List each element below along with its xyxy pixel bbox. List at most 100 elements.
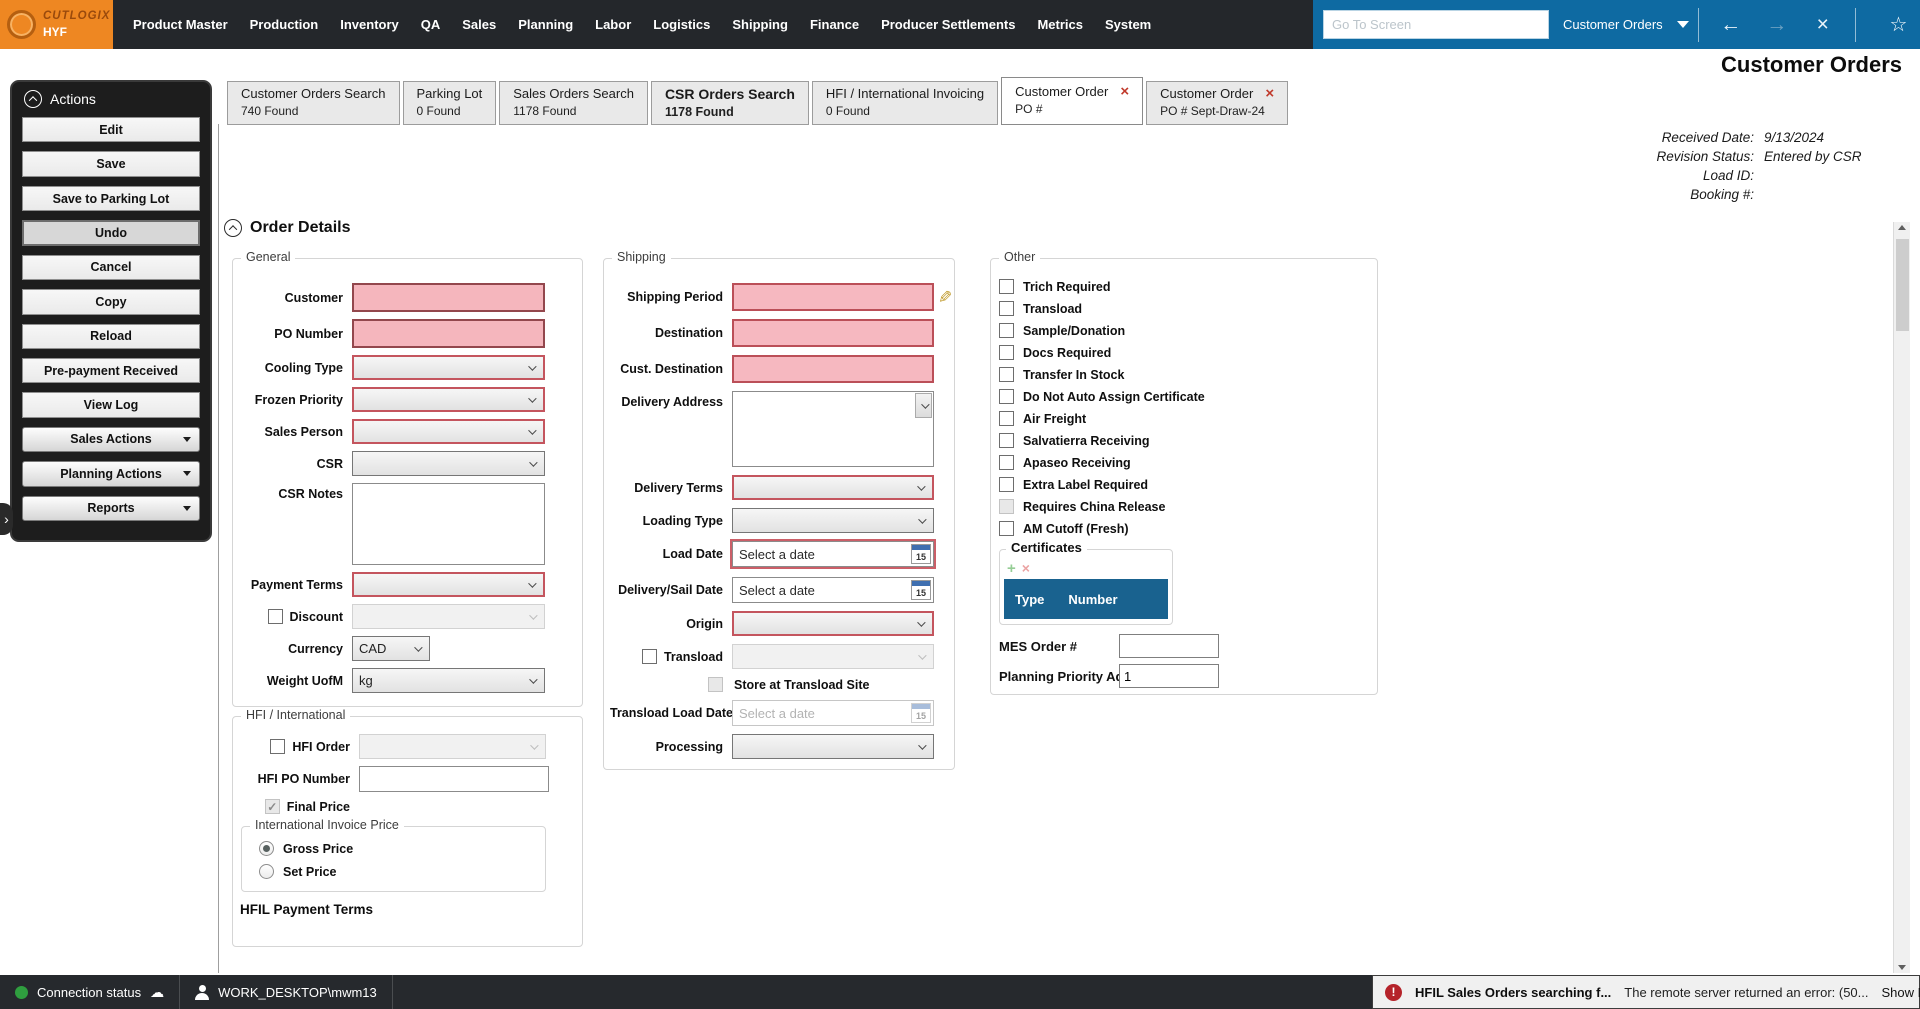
processing-select[interactable] [732,734,934,759]
loading-type-select[interactable] [732,508,934,533]
cb-am-cutoff-fresh[interactable] [999,521,1014,536]
hfi-order-checkbox[interactable] [270,739,285,754]
cooling-type-select[interactable] [352,355,545,380]
menu-item-inventory[interactable]: Inventory [329,17,410,32]
csr-select[interactable] [352,451,545,476]
delete-certificate-icon[interactable]: × [1022,561,1030,576]
sales-actions-dropdown[interactable]: Sales Actions [22,427,200,452]
menu-item-qa[interactable]: QA [410,17,452,32]
tab-sales-orders-search[interactable]: Sales Orders Search 1178 Found [499,81,648,125]
reload-button[interactable]: Reload [22,324,200,349]
scroll-up-button[interactable] [1894,225,1910,230]
po-number-input[interactable] [352,319,545,348]
cust-destination-input[interactable] [732,355,934,383]
actions-panel-header[interactable]: Actions [24,90,200,108]
panel-flyout-handle[interactable]: › [0,503,13,535]
planning-actions-dropdown[interactable]: Planning Actions [22,461,200,486]
triangle-down-icon [1898,965,1906,970]
cb-salvatierra-receiving[interactable] [999,433,1014,448]
pre-payment-received-button[interactable]: Pre-payment Received [22,358,200,383]
menu-item-logistics[interactable]: Logistics [642,17,721,32]
origin-select[interactable] [732,611,934,636]
shipping-period-input[interactable] [732,283,934,311]
copy-button[interactable]: Copy [22,289,200,314]
menu-item-shipping[interactable]: Shipping [721,17,799,32]
tab-customer-order-po[interactable]: Customer Order× PO # [1001,77,1143,125]
pencil-icon[interactable]: ✎ [938,288,952,308]
menu-item-sales[interactable]: Sales [451,17,507,32]
collapse-icon[interactable] [24,90,42,108]
cancel-button[interactable]: Cancel [22,255,200,280]
close-screen-icon[interactable]: × [1800,14,1846,35]
app-logo[interactable]: CUTLOGIX HYF [0,0,113,49]
payment-terms-select[interactable] [352,572,545,597]
customer-input[interactable] [352,283,545,312]
transload-checkbox[interactable] [642,649,657,664]
cb-transload[interactable] [999,301,1014,316]
csr-notes-textarea[interactable] [352,483,545,565]
weight-uofm-select[interactable]: kg [352,668,545,693]
edit-button[interactable]: Edit [22,117,200,142]
close-tab-icon[interactable]: × [1265,86,1274,101]
go-to-screen-input[interactable] [1323,10,1549,39]
menu-item-metrics[interactable]: Metrics [1026,17,1094,32]
back-icon[interactable]: ← [1708,14,1754,35]
vertical-scrollbar[interactable] [1893,222,1910,973]
tab-parking-lot[interactable]: Parking Lot 0 Found [403,81,497,125]
planning-priority-adj-input[interactable] [1119,664,1219,688]
menu-item-system[interactable]: System [1094,17,1162,32]
error-message: The remote server returned an error: (50… [1624,985,1868,1000]
currency-select[interactable]: CAD [352,636,430,661]
set-price-radio[interactable] [259,864,274,879]
reports-dropdown[interactable]: Reports [22,496,200,521]
scroll-down-button[interactable] [1894,965,1910,970]
show-details-link[interactable]: Show Details [1882,985,1920,1000]
chevron-down-icon [528,394,536,402]
menu-item-planning[interactable]: Planning [507,17,584,32]
destination-input[interactable] [732,319,934,347]
cb-apaseo-receiving[interactable] [999,455,1014,470]
tab-csr-orders-search[interactable]: CSR Orders Search 1178 Found [651,81,809,125]
undo-button[interactable]: Undo [22,220,200,245]
save-button[interactable]: Save [22,151,200,176]
menu-item-labor[interactable]: Labor [584,17,642,32]
tab-subtitle: PO # Sept-Draw-24 [1160,104,1274,118]
save-to-parking-lot-button[interactable]: Save to Parking Lot [22,186,200,211]
cb-do-not-auto-assign-certificate[interactable] [999,389,1014,404]
delivery-address-textarea[interactable] [732,391,934,467]
menu-item-product-master[interactable]: Product Master [122,17,239,32]
view-log-button[interactable]: View Log [22,392,200,417]
cb-sample-donation[interactable] [999,323,1014,338]
scroll-thumb[interactable] [1896,239,1909,331]
cb-extra-label-required[interactable] [999,477,1014,492]
gross-price-radio[interactable] [259,841,274,856]
cb-air-freight[interactable] [999,411,1014,426]
favorite-icon[interactable]: ☆ [1877,12,1920,37]
load-date-picker[interactable]: Select a date15 [732,541,934,567]
menu-item-producer-settlements[interactable]: Producer Settlements [870,17,1026,32]
close-tab-icon[interactable]: × [1120,84,1129,99]
calendar-icon[interactable]: 15 [911,544,931,564]
sales-person-select[interactable] [352,419,545,444]
hfi-po-number-input[interactable] [359,766,549,792]
menu-item-finance[interactable]: Finance [799,17,870,32]
cb-trich-required[interactable] [999,279,1014,294]
frozen-priority-select[interactable] [352,387,545,412]
tab-customer-order-sept-draw-24[interactable]: Customer Order× PO # Sept-Draw-24 [1146,81,1288,125]
collapse-icon[interactable] [224,219,242,237]
delivery-terms-select[interactable] [732,475,934,500]
tab-customer-orders-search[interactable]: Customer Orders Search 740 Found [227,81,400,125]
screen-selector[interactable]: Customer Orders [1563,17,1689,32]
add-certificate-icon[interactable]: + [1007,561,1016,576]
error-notification-bar[interactable]: ! HFIL Sales Orders searching f... The r… [1372,975,1920,1009]
discount-checkbox[interactable] [268,609,283,624]
cb-transfer-in-stock[interactable] [999,367,1014,382]
tab-hfi-international-invoicing[interactable]: HFI / International Invoicing 0 Found [812,81,998,125]
cb-docs-required[interactable] [999,345,1014,360]
forward-icon[interactable]: → [1754,14,1800,35]
calendar-icon[interactable]: 15 [911,580,931,600]
menu-item-production[interactable]: Production [239,17,330,32]
delivery-address-dropdown-button[interactable] [915,393,932,418]
delivery-sail-date-picker[interactable]: Select a date15 [732,577,934,603]
mes-order-input[interactable] [1119,634,1219,658]
